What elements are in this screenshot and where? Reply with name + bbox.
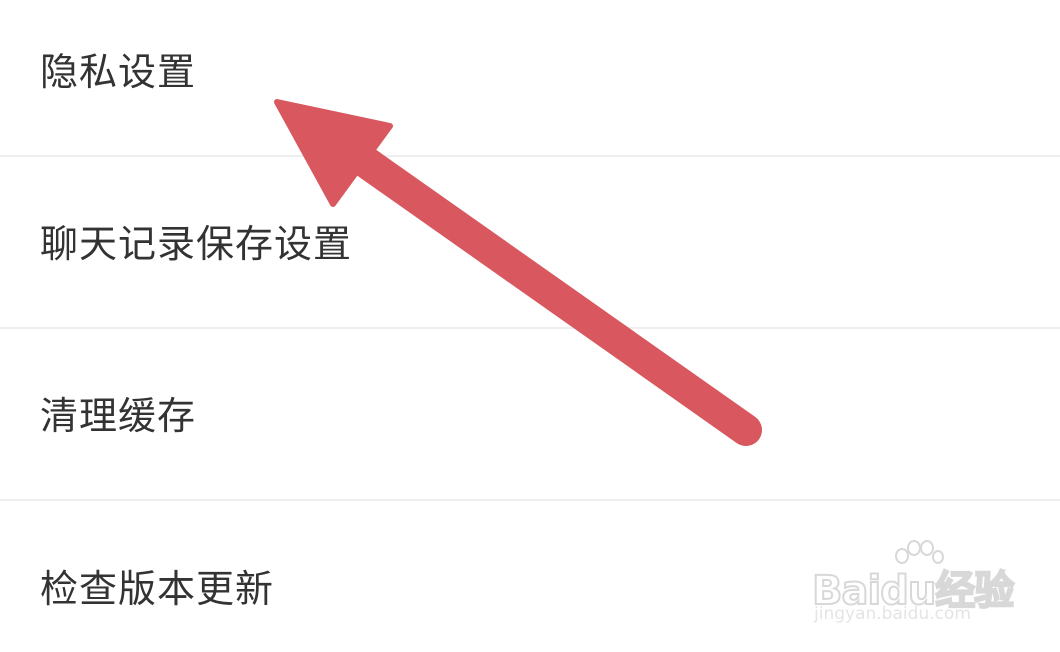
settings-item-chat-history[interactable]: 聊天记录保存设置 [0, 157, 1060, 328]
settings-item-privacy[interactable]: 隐私设置 [0, 0, 1060, 156]
settings-item-label: 检查版本更新 [40, 567, 275, 611]
settings-item-label: 清理缓存 [40, 394, 197, 438]
watermark-url: jingyan.baidu.com [814, 604, 971, 624]
settings-item-label: 隐私设置 [40, 50, 197, 94]
baidu-jingyan-watermark: Baidu经验 jingyan.baidu.com [811, 540, 1015, 630]
settings-item-label: 聊天记录保存设置 [40, 222, 353, 266]
settings-item-clear-cache[interactable]: 清理缓存 [0, 329, 1060, 500]
